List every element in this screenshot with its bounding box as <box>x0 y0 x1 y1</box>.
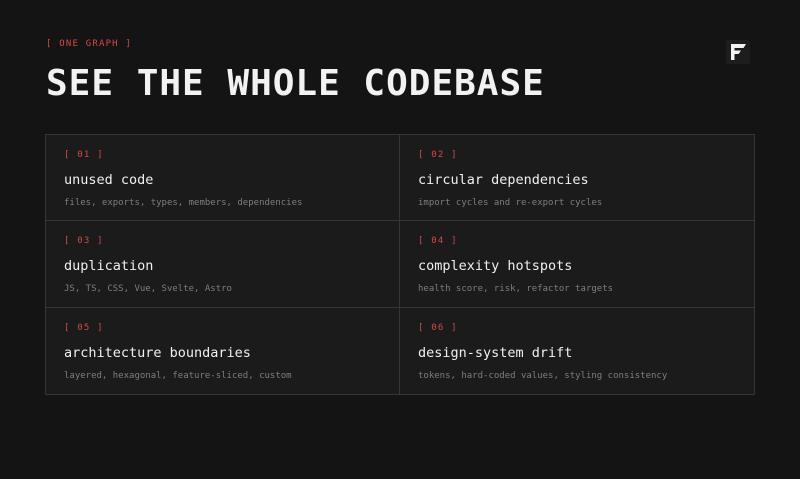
feature-number: [ 02 ] <box>418 150 458 160</box>
feature-description: JS, TS, CSS, Vue, Svelte, Astro <box>64 284 232 295</box>
feature-number: [ 05 ] <box>64 322 104 333</box>
feature-card-unused-code: [ 01 ] unused code files, exports, types… <box>46 135 400 222</box>
feature-label: duplication <box>64 258 154 275</box>
feature-description: layered, hexagonal, feature-sliced, cust… <box>64 370 292 381</box>
feature-card-circular-dependencies: [ 02 ] circular dependencies import cycl… <box>400 135 754 222</box>
feature-card-duplication: [ 03 ] duplication JS, TS, CSS, Vue, Sve… <box>46 221 400 308</box>
feature-description: import cycles and re-export cycles <box>418 198 603 208</box>
feature-card-architecture-boundaries: [ 05 ] architecture boundaries layered, … <box>46 307 400 394</box>
feature-label: circular dependencies <box>418 172 589 188</box>
feature-label: architecture boundaries <box>64 344 251 361</box>
feature-number: [ 04 ] <box>418 236 458 247</box>
page-title: SEE THE WHOLE CODEBASE <box>46 63 545 104</box>
feature-card-complexity-hotspots: [ 04 ] complexity hotspots health score,… <box>400 221 754 308</box>
feature-description: tokens, hard-coded values, styling consi… <box>418 370 668 381</box>
feature-number: [ 01 ] <box>64 150 104 160</box>
feature-card-design-system-drift: [ 06 ] design-system drift tokens, hard-… <box>400 308 754 394</box>
feature-label: design-system drift <box>418 344 573 361</box>
feature-description: health score, risk, refactor targets <box>418 284 614 295</box>
section-eyebrow: [ ONE GRAPH ] <box>46 39 133 49</box>
feature-number: [ 06 ] <box>418 322 458 333</box>
feature-number: [ 03 ] <box>64 236 104 247</box>
brand-f-logo-icon <box>726 40 750 64</box>
feature-grid: [ 01 ] unused code files, exports, types… <box>45 134 755 395</box>
feature-label: unused code <box>64 172 154 188</box>
feature-label: complexity hotspots <box>418 258 573 275</box>
feature-description: files, exports, types, members, dependen… <box>64 198 303 208</box>
